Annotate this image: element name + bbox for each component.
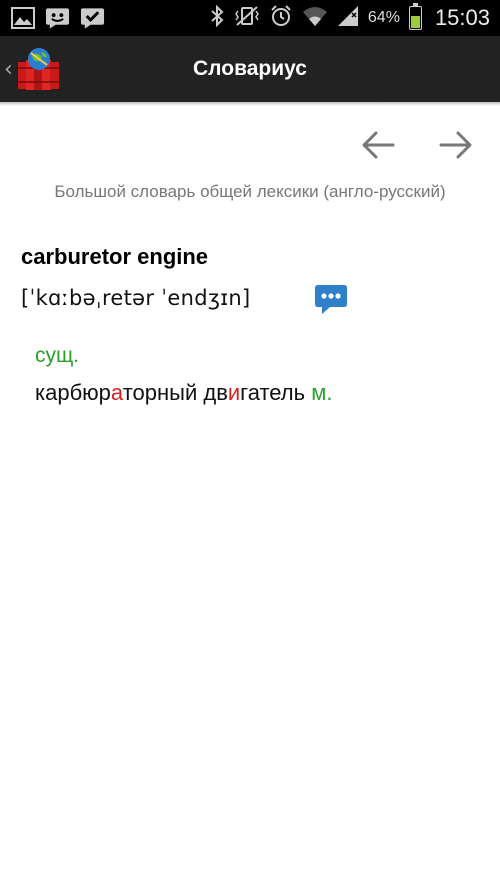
messenger-icon xyxy=(45,5,70,30)
translation-text: торный дв xyxy=(122,380,228,405)
signal-icon xyxy=(337,5,359,31)
clock: 15:03 xyxy=(434,5,490,30)
stress-mark: и xyxy=(227,380,241,405)
gender-label: м. xyxy=(311,380,333,405)
check-icon xyxy=(80,5,105,30)
arrow-left-icon xyxy=(362,131,395,159)
vibrate-icon xyxy=(234,4,260,32)
translation: карбюраторный двигатель м. xyxy=(35,380,332,406)
battery-icon xyxy=(408,3,422,30)
part-of-speech: сущ. xyxy=(35,344,80,367)
stress-mark: а xyxy=(110,380,123,405)
system-icons: 64% 15:03 xyxy=(209,3,490,32)
action-bar: ‹ Словариус xyxy=(0,36,500,106)
speech-bubble-icon xyxy=(315,285,347,314)
pronounce-button[interactable] xyxy=(313,283,349,317)
transcription: [ˈkɑːbəˌretər ˈendʒɪn] xyxy=(21,286,251,310)
alarm-icon xyxy=(269,4,293,32)
translation-text: гатель xyxy=(240,380,306,405)
dictionary-name: Большой словарь общей лексики (англо-рус… xyxy=(54,182,446,201)
headword: carburetor engine xyxy=(21,244,209,269)
notification-icons xyxy=(10,5,105,30)
forward-button[interactable] xyxy=(438,128,474,162)
back-button[interactable] xyxy=(360,128,396,162)
arrow-right-icon xyxy=(439,131,472,159)
app-title: Словариус xyxy=(193,57,307,80)
status-bar: 64% 15:03 xyxy=(0,0,500,36)
translation-text: карбюр xyxy=(35,380,111,405)
battery-fill xyxy=(410,15,420,28)
bluetooth-icon xyxy=(209,4,225,32)
wifi-icon xyxy=(302,5,328,31)
battery-percent: 64% xyxy=(367,9,400,26)
gallery-icon xyxy=(10,5,35,30)
